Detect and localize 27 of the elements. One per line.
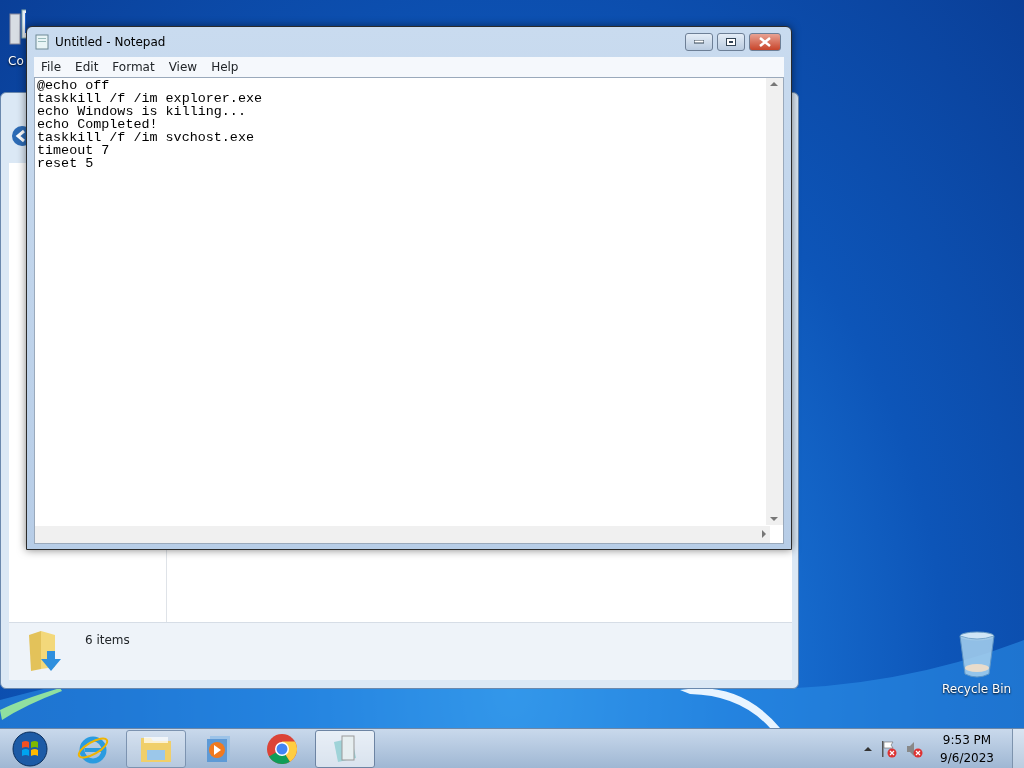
taskbar-button[interactable] [126, 729, 186, 768]
menu-item[interactable]: Edit [68, 58, 106, 76]
start-orb-icon [10, 730, 50, 767]
icon-label[interactable]: Co [8, 52, 24, 70]
media-player-icon [206, 734, 232, 763]
icon-label[interactable]: Recycle Bin [942, 680, 1012, 698]
flag-error-icon[interactable] [880, 739, 899, 758]
chrome-icon [266, 732, 298, 765]
clock[interactable]: 9:53 PM 9/6/2023 [932, 730, 1002, 767]
maximize-icon [726, 38, 736, 46]
menu-item[interactable]: Format [105, 58, 162, 76]
minimize-icon [694, 40, 704, 44]
taskbar-button[interactable] [315, 729, 375, 768]
notepad-icon [35, 34, 49, 50]
item-count: 6 items [85, 632, 130, 649]
show-desktop-button[interactable] [1012, 728, 1024, 768]
menu-item[interactable]: Help [204, 58, 246, 76]
menu-item[interactable]: File [34, 58, 69, 76]
menu-item[interactable]: View [161, 58, 205, 76]
vertical-scrollbar[interactable] [766, 78, 783, 525]
window-title: Untitled - Notepad [55, 34, 166, 51]
recycle-bin-icon [956, 630, 997, 680]
close-icon [759, 37, 771, 47]
horizontal-scrollbar[interactable] [35, 526, 770, 543]
maximize-button[interactable] [717, 33, 745, 51]
close-button[interactable] [749, 33, 781, 51]
folder-download-icon [27, 629, 63, 673]
